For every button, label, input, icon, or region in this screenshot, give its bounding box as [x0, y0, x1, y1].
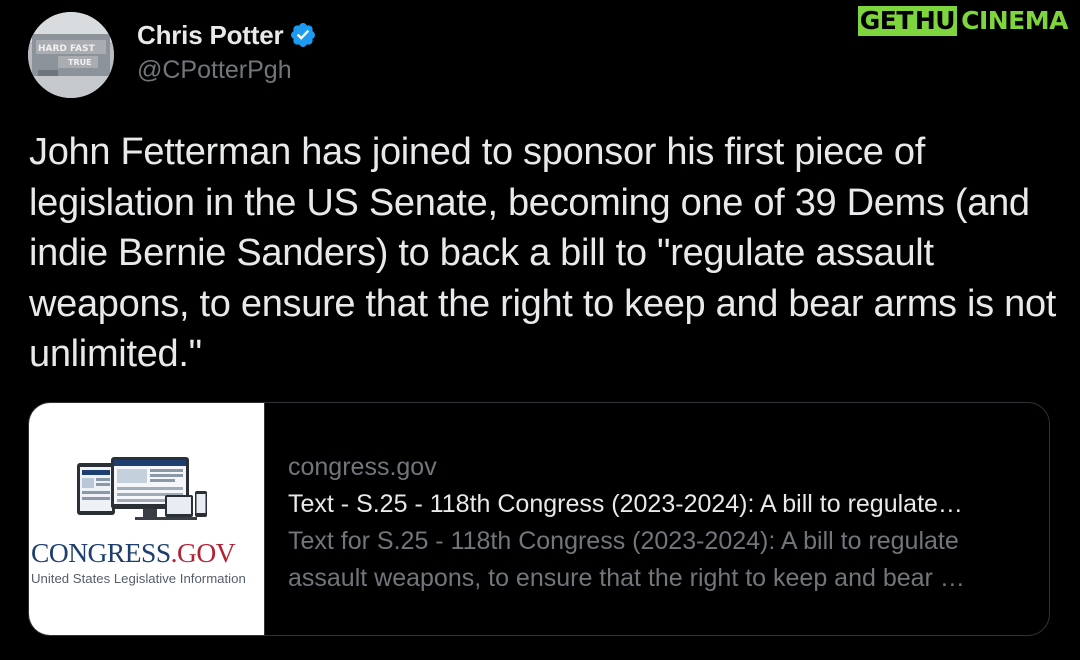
logo-main: CONGRESS: [31, 537, 171, 568]
card-description: Text for S.25 - 118th Congress (2023-202…: [288, 527, 965, 592]
author-display-name[interactable]: Chris Potter: [137, 20, 284, 51]
card-title: Text - S.25 - 118th Congress (2023-2024)…: [288, 490, 963, 518]
devices-illustration-icon: [77, 457, 207, 520]
watermark-logo: GET HU CINEMA: [857, 6, 1068, 36]
tweet: HARD FAST TRUE Chris Potter @CPotterPgh …: [0, 0, 1080, 660]
author-block: Chris Potter @CPotterPgh: [137, 18, 317, 85]
congress-gov-tagline: United States Legislative Information: [31, 571, 246, 586]
author-name-row: Chris Potter: [137, 18, 317, 52]
tweet-text: John Fetterman has joined to sponsor his…: [29, 131, 1057, 375]
verified-badge-icon: [289, 21, 317, 49]
author-handle[interactable]: @CPotterPgh: [137, 56, 317, 85]
author-avatar[interactable]: HARD FAST TRUE: [28, 12, 114, 98]
card-thumbnail: CONGRESS.GOV United States Legislative I…: [29, 403, 265, 635]
congress-gov-logo: CONGRESS.GOV: [31, 537, 236, 569]
avatar-sign-text: HARD FAST: [38, 44, 96, 54]
logo-suffix: .GOV: [170, 537, 236, 568]
svg-text:TRUE: TRUE: [68, 58, 92, 67]
card-body: congress.gov Text - S.25 - 118th Congres…: [265, 403, 1049, 635]
card-domain: congress.gov: [288, 453, 437, 481]
watermark-part-hu: HU: [914, 6, 958, 36]
avatar-image: HARD FAST TRUE: [28, 12, 114, 98]
watermark-part-get: GET: [857, 6, 915, 36]
watermark-part-cinema: CINEMA: [961, 6, 1068, 35]
link-preview-card[interactable]: CONGRESS.GOV United States Legislative I…: [28, 402, 1050, 636]
